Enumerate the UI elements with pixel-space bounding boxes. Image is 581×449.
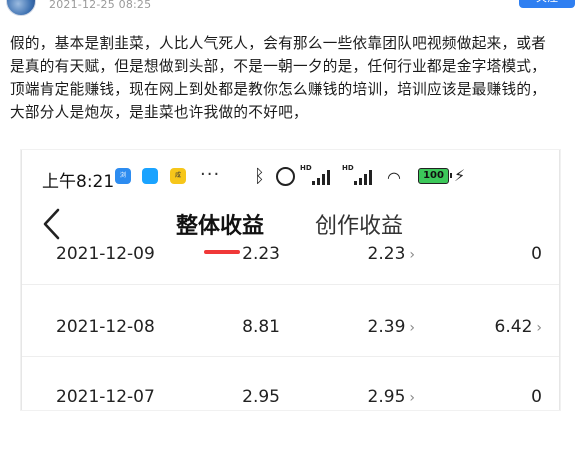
row-other: 0 (531, 244, 542, 264)
post-line: 大部分人是炮灰，是韭菜也许我做的不好吧， (10, 104, 308, 121)
signal-icon (312, 170, 332, 185)
message-app-icon (142, 168, 158, 184)
hd-icon: HD (342, 164, 354, 172)
battery-level: 100 (423, 170, 444, 181)
post-header: 2021-12-25 08:25 关注 (0, 0, 581, 16)
battery-icon: 100 (418, 168, 452, 184)
back-button[interactable] (40, 206, 64, 242)
post-line: 假的，基本是割韭菜，人比人气死人，会有那么一些依靠团队吧视频做起来，或者 (10, 35, 547, 52)
earnings-screenshot: 上午8:21 浏 咸 ··· ᛒ HD HD ◠ 100 ⚡ 整体收益 创作收益… (21, 150, 560, 410)
row-creation: 2.39 › (367, 317, 415, 337)
wifi-icon: ◠ (387, 168, 401, 187)
hd-icon: HD (300, 164, 312, 172)
row-date: 2021-12-09 (56, 244, 155, 264)
avatar[interactable] (6, 0, 36, 16)
row-other: 0 (531, 387, 542, 407)
row-total: 8.81 (242, 317, 280, 337)
post-line: 顶端肯定能赚钱，现在网上到处都是教你怎么赚钱的培训，培训应该是最赚钱的， (10, 81, 547, 98)
follow-button[interactable]: 关注 (519, 0, 575, 8)
tab-total-earnings[interactable]: 整体收益 (176, 208, 264, 240)
tab-creation-earnings[interactable]: 创作收益 (315, 208, 403, 240)
divider (22, 356, 559, 357)
list-item[interactable]: 2021-12-07 2.95 2.95 › 0 (22, 387, 559, 449)
row-other: 6.42 › (494, 317, 542, 337)
chevron-right-icon: › (409, 320, 415, 336)
alarm-icon (276, 167, 295, 186)
row-total: 2.23 (242, 244, 280, 264)
row-creation: 2.23 › (367, 244, 415, 264)
signal-icon (354, 170, 374, 185)
row-total: 2.95 (242, 387, 280, 407)
bluetooth-icon: ᛒ (254, 166, 265, 187)
divider (22, 284, 559, 285)
post-text: 假的，基本是割韭菜，人比人气死人，会有那么一些依靠团队吧视频做起来，或者 是真的… (10, 32, 576, 124)
chevron-right-icon: › (409, 390, 415, 406)
charging-icon: ⚡ (454, 166, 466, 185)
list-item[interactable]: 2021-12-09 2.23 2.23 › 0 (22, 244, 559, 306)
status-bar: 上午8:21 浏 咸 ··· ᛒ HD HD ◠ 100 ⚡ (22, 150, 559, 202)
more-notifications-icon: ··· (200, 164, 221, 185)
follow-button-label: 关注 (519, 0, 575, 8)
row-date: 2021-12-07 (56, 387, 155, 407)
row-creation: 2.95 › (367, 387, 415, 407)
row-date: 2021-12-08 (56, 317, 155, 337)
list-item[interactable]: 2021-12-08 8.81 2.39 › 6.42 › (22, 317, 559, 379)
post-date: 2021-12-25 08:25 (49, 0, 152, 11)
chevron-left-icon (43, 208, 60, 240)
xianyu-app-icon: 咸 (170, 168, 186, 184)
chevron-right-icon: › (536, 320, 542, 336)
app-notification-icon: 浏 (115, 168, 131, 184)
status-time: 上午8:21 (42, 172, 115, 192)
chevron-right-icon: › (409, 247, 415, 263)
post-line: 是真的有天赋，但是想做到头部，不是一朝一夕的是，任何行业都是金字塔模式， (10, 58, 547, 75)
